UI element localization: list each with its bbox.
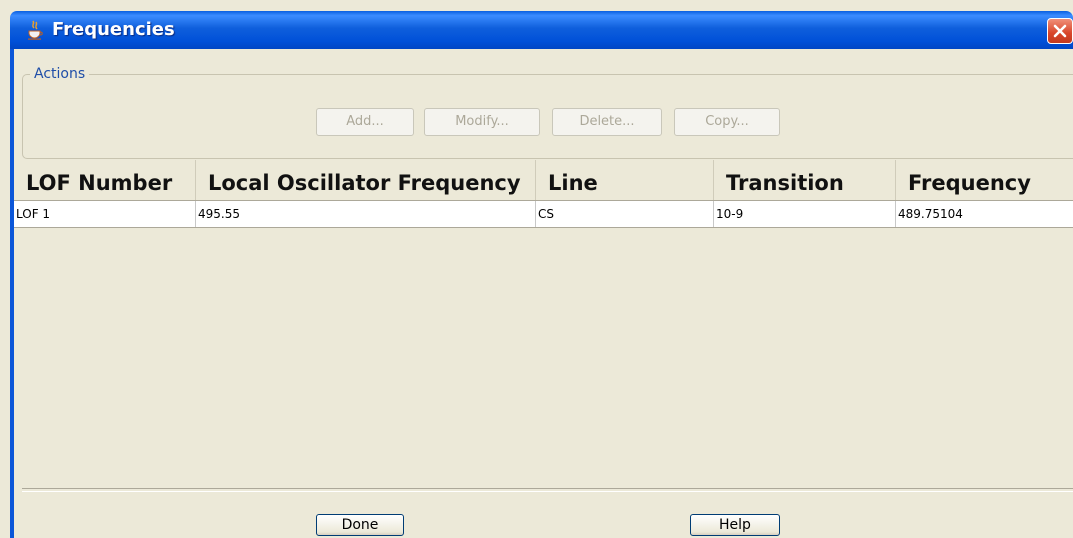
column-header-transition[interactable]: Transition xyxy=(714,160,896,200)
help-button[interactable]: Help xyxy=(690,514,780,536)
column-header-lof-number[interactable]: LOF Number xyxy=(14,160,196,200)
close-icon xyxy=(1053,24,1067,38)
delete-button[interactable]: Delete... xyxy=(552,108,662,136)
cell-local-oscillator-frequency[interactable]: 495.55 xyxy=(196,201,536,227)
cell-lof-number[interactable]: LOF 1 xyxy=(14,201,196,227)
actions-group xyxy=(22,74,1073,159)
done-button[interactable]: Done xyxy=(316,514,404,536)
copy-button[interactable]: Copy... xyxy=(674,108,780,136)
column-header-line[interactable]: Line xyxy=(536,160,714,200)
table-row[interactable]: LOF 1 495.55 CS 10-9 489.75104 xyxy=(14,200,1073,228)
frequencies-window: Frequencies Actions Add... Modify... Del… xyxy=(0,0,1073,538)
window-title: Frequencies xyxy=(52,19,175,40)
table-header: LOF Number Local Oscillator Frequency Li… xyxy=(14,160,1073,200)
cell-line[interactable]: CS xyxy=(536,201,714,227)
add-button[interactable]: Add... xyxy=(316,108,414,136)
frequencies-table: LOF Number Local Oscillator Frequency Li… xyxy=(14,160,1073,488)
column-header-local-oscillator-frequency[interactable]: Local Oscillator Frequency xyxy=(196,160,536,200)
column-header-frequency[interactable]: Frequency xyxy=(896,160,1073,200)
java-cup-icon xyxy=(26,20,44,40)
actions-legend: Actions xyxy=(30,66,90,82)
title-bar[interactable]: Frequencies xyxy=(10,11,1073,49)
close-button[interactable] xyxy=(1047,18,1073,44)
footer-separator xyxy=(22,488,1073,492)
cell-transition[interactable]: 10-9 xyxy=(714,201,896,227)
cell-frequency[interactable]: 489.75104 xyxy=(896,201,1073,227)
modify-button[interactable]: Modify... xyxy=(424,108,540,136)
